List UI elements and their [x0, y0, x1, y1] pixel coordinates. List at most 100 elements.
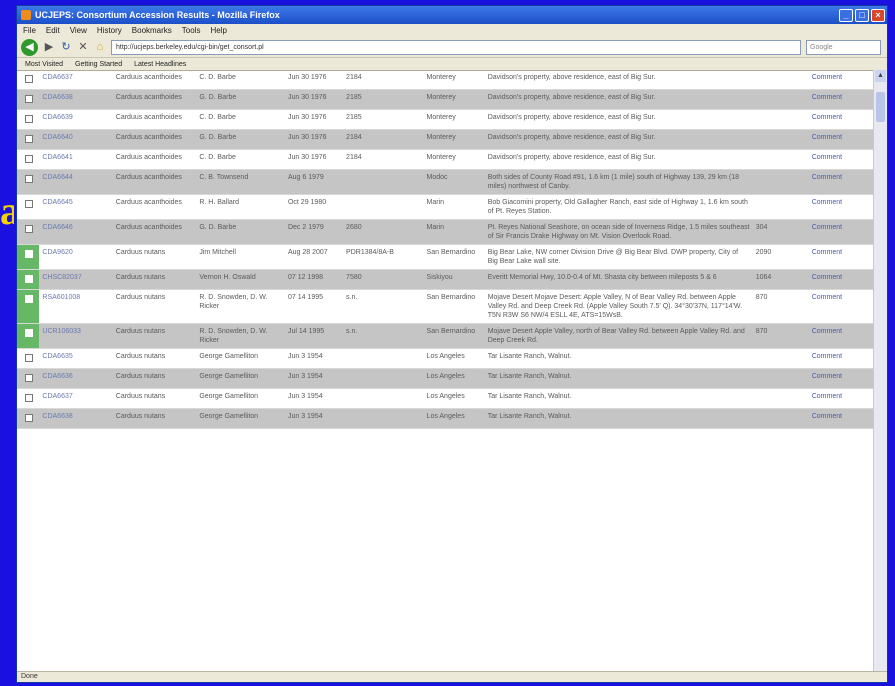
collection-number-cell: 2184 — [343, 70, 424, 90]
collector-cell: Jim Mitchell — [196, 244, 285, 270]
comment-link[interactable]: Comment — [808, 388, 873, 409]
row-checkbox[interactable] — [25, 354, 34, 362]
comment-link[interactable]: Comment — [808, 323, 873, 349]
accession-link[interactable]: UCR106033 — [39, 323, 113, 349]
table-row: CDA6645 Carduus acanthoides R. H. Ballard O… — [17, 194, 873, 220]
comment-link[interactable]: Comment — [808, 149, 873, 170]
comment-link[interactable]: Comment — [808, 219, 873, 245]
comment-link[interactable]: Comment — [808, 368, 873, 389]
maximize-button[interactable]: □ — [855, 8, 869, 22]
accession-link[interactable]: CDA6637 — [39, 70, 113, 90]
elevation-cell: 870 — [752, 323, 809, 349]
row-checkbox[interactable] — [25, 295, 34, 303]
menu-bookmarks[interactable]: Bookmarks — [132, 26, 172, 35]
accession-link[interactable]: CDA6641 — [39, 149, 113, 170]
collector-cell: George Gamelliton — [196, 368, 285, 389]
row-checkbox[interactable] — [25, 155, 34, 163]
row-checkbox[interactable] — [25, 275, 34, 283]
row-checkbox[interactable] — [25, 414, 34, 422]
row-checkbox[interactable] — [25, 394, 34, 402]
forward-arrow-icon[interactable]: ▶ — [43, 41, 55, 53]
row-checkbox[interactable] — [25, 374, 34, 382]
elevation-cell — [752, 348, 809, 369]
comment-link[interactable]: Comment — [808, 129, 873, 150]
menu-view[interactable]: View — [70, 26, 87, 35]
reload-icon[interactable]: ↻ — [60, 41, 72, 53]
vertical-scrollbar[interactable]: ▲ — [873, 70, 887, 672]
row-checkbox[interactable] — [25, 95, 34, 103]
accession-link[interactable]: CDA6635 — [39, 348, 113, 369]
window-title: UCJEPS: Consortium Accession Results - M… — [35, 10, 280, 20]
accession-link[interactable]: RSA601008 — [39, 289, 113, 324]
accession-link[interactable]: CDA6638 — [39, 408, 113, 429]
row-checkbox[interactable] — [25, 115, 34, 123]
accession-link[interactable]: CDA6637 — [39, 388, 113, 409]
back-arrow-icon[interactable]: ◀ — [21, 38, 38, 56]
search-input[interactable]: Google — [806, 39, 881, 55]
date-cell: 07 12 1998 — [284, 269, 344, 290]
date-cell: Oct 29 1980 — [284, 194, 344, 220]
menu-tools[interactable]: Tools — [182, 26, 201, 35]
row-checkbox[interactable] — [25, 250, 34, 258]
scroll-thumb[interactable] — [876, 92, 885, 122]
comment-link[interactable]: Comment — [808, 408, 873, 429]
locality-cell: Davidson's property, above residence, ea… — [484, 149, 753, 170]
collection-number-cell: 2680 — [343, 219, 424, 245]
row-select-cell — [17, 109, 40, 130]
taxon-cell: Carduus nutans — [112, 388, 197, 409]
accession-link[interactable]: CDA6638 — [39, 89, 113, 110]
county-cell: Marin — [423, 194, 485, 220]
collector-cell: George Gamelliton — [196, 388, 285, 409]
collector-cell: G. D. Barbe — [196, 89, 285, 110]
row-select-cell — [17, 149, 40, 170]
comment-link[interactable]: Comment — [808, 89, 873, 110]
menu-history[interactable]: History — [97, 26, 122, 35]
comment-link[interactable]: Comment — [808, 169, 873, 195]
collector-cell: R. D. Snowden, D. W. Ricker — [196, 289, 285, 324]
comment-link[interactable]: Comment — [808, 109, 873, 130]
menu-file[interactable]: File — [23, 26, 36, 35]
accession-link[interactable]: CDA6639 — [39, 109, 113, 130]
row-checkbox[interactable] — [25, 175, 34, 183]
home-icon[interactable]: ⌂ — [94, 41, 106, 53]
taxon-cell: Carduus acanthoides — [112, 109, 197, 130]
bookmark-getting-started[interactable]: Getting Started — [75, 61, 122, 68]
accession-link[interactable]: CDA9620 — [39, 244, 113, 270]
row-checkbox[interactable] — [25, 225, 34, 233]
close-button[interactable]: × — [871, 8, 885, 22]
locality-cell: Tar Lisante Ranch, Walnut. — [484, 388, 753, 409]
comment-link[interactable]: Comment — [808, 244, 873, 270]
row-checkbox[interactable] — [25, 200, 34, 208]
accession-link[interactable]: CHSC82037 — [39, 269, 113, 290]
taxon-cell: Carduus nutans — [112, 368, 197, 389]
county-cell: Modoc — [423, 169, 485, 195]
table-row: CDA6637 Carduus nutans George Gamelliton Ju… — [17, 388, 873, 409]
locality-cell: Mojave Desert Mojave Desert: Apple Valle… — [484, 289, 753, 324]
address-bar[interactable]: http://ucjeps.berkeley.edu/cgi-bin/get_c… — [111, 39, 801, 55]
row-checkbox[interactable] — [25, 135, 34, 143]
accession-link[interactable]: CDA6644 — [39, 169, 113, 195]
menu-help[interactable]: Help — [210, 26, 226, 35]
row-checkbox[interactable] — [25, 329, 34, 337]
comment-link[interactable]: Comment — [808, 289, 873, 324]
stop-icon[interactable]: ✕ — [77, 41, 89, 53]
accession-link[interactable]: CDA6646 — [39, 219, 113, 245]
menu-edit[interactable]: Edit — [46, 26, 60, 35]
accession-link[interactable]: CDA6636 — [39, 368, 113, 389]
county-cell: San Bernardino — [423, 244, 485, 270]
comment-link[interactable]: Comment — [808, 348, 873, 369]
comment-link[interactable]: Comment — [808, 194, 873, 220]
table-row: CDA6638 Carduus acanthoides G. D. Barbe Jun… — [17, 89, 873, 110]
elevation-cell — [752, 388, 809, 409]
scroll-up-arrow-icon[interactable]: ▲ — [875, 70, 886, 82]
minimize-button[interactable]: _ — [839, 8, 853, 22]
table-row: CDA6639 Carduus acanthoides C. D. Barbe Jun… — [17, 109, 873, 130]
bookmark-latest-headlines[interactable]: Latest Headlines — [134, 61, 186, 68]
row-checkbox[interactable] — [25, 75, 34, 83]
accession-link[interactable]: CDA6640 — [39, 129, 113, 150]
comment-link[interactable]: Comment — [808, 269, 873, 290]
date-cell: Jun 3 1954 — [284, 368, 344, 389]
bookmark-most-visited[interactable]: Most Visited — [25, 61, 63, 68]
comment-link[interactable]: Comment — [808, 70, 873, 90]
accession-link[interactable]: CDA6645 — [39, 194, 113, 220]
